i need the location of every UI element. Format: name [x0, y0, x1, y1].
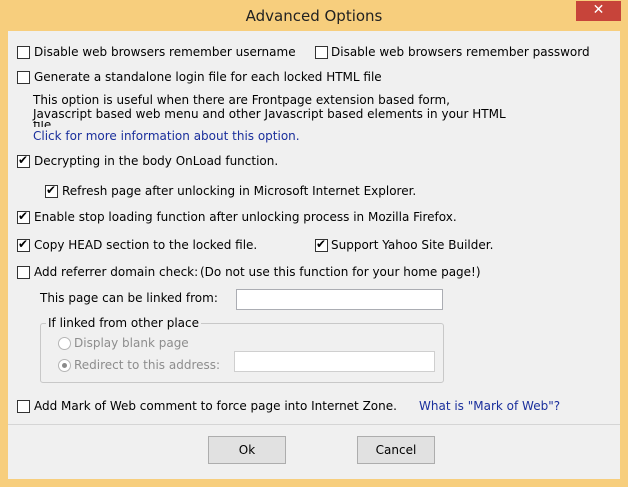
standalone-description-line-3: file. — [33, 121, 55, 127]
ok-button[interactable]: Ok — [208, 436, 286, 464]
referrer-check-label[interactable]: Add referrer domain check: — [34, 265, 198, 279]
standalone-description-line-1: This option is useful when there are Fro… — [33, 93, 450, 107]
mark-of-web-info-link[interactable]: What is "Mark of Web"? — [419, 399, 560, 413]
title-bar[interactable]: Advanced Options ✕ — [0, 0, 628, 31]
display-blank-radio[interactable] — [58, 337, 71, 350]
copy-head-label[interactable]: Copy HEAD section to the locked file. — [34, 238, 257, 252]
disable-username-checkbox[interactable] — [17, 46, 30, 59]
redirect-radio[interactable] — [58, 359, 71, 372]
footer-separator — [8, 424, 620, 425]
display-blank-label[interactable]: Display blank page — [74, 336, 189, 350]
mark-of-web-checkbox[interactable] — [17, 400, 30, 413]
decrypt-onload-label[interactable]: Decrypting in the body OnLoad function. — [34, 154, 278, 168]
close-button[interactable]: ✕ — [576, 1, 621, 21]
mark-of-web-label[interactable]: Add Mark of Web comment to force page in… — [34, 399, 397, 413]
cancel-button[interactable]: Cancel — [357, 436, 435, 464]
stop-loading-firefox-label[interactable]: Enable stop loading function after unloc… — [34, 210, 457, 224]
refresh-ie-checkbox[interactable] — [45, 183, 58, 198]
disable-username-label[interactable]: Disable web browsers remember username — [34, 45, 296, 59]
dialog-body: Disable web browsers remember username D… — [8, 31, 620, 479]
support-yahoo-label[interactable]: Support Yahoo Site Builder. — [331, 238, 493, 252]
standalone-login-checkbox[interactable] — [17, 71, 30, 84]
disable-password-label[interactable]: Disable web browsers remember password — [331, 45, 590, 59]
decrypt-onload-checkbox[interactable] — [17, 153, 30, 168]
redirect-address-input[interactable] — [234, 351, 435, 372]
redirect-label[interactable]: Redirect to this address: — [74, 358, 220, 372]
linked-from-label: This page can be linked from: — [40, 291, 218, 305]
advanced-options-dialog: Advanced Options ✕ Disable web browsers … — [0, 0, 628, 487]
standalone-login-label[interactable]: Generate a standalone login file for eac… — [34, 70, 382, 84]
more-info-link[interactable]: Click for more information about this op… — [33, 129, 300, 143]
disable-password-checkbox[interactable] — [315, 46, 328, 59]
referrer-note: (Do not use this function for your home … — [200, 265, 481, 279]
linked-from-input[interactable] — [236, 289, 443, 310]
standalone-description-line-2: Javascript based web menu and other Java… — [33, 107, 506, 121]
copy-head-checkbox[interactable] — [17, 237, 30, 252]
linked-from-group-title: If linked from other place — [46, 316, 201, 330]
dialog-title: Advanced Options — [245, 7, 383, 25]
referrer-check-checkbox[interactable] — [17, 266, 30, 279]
support-yahoo-checkbox[interactable] — [315, 237, 328, 252]
stop-loading-firefox-checkbox[interactable] — [17, 209, 30, 224]
refresh-ie-label[interactable]: Refresh page after unlocking in Microsof… — [62, 184, 416, 198]
